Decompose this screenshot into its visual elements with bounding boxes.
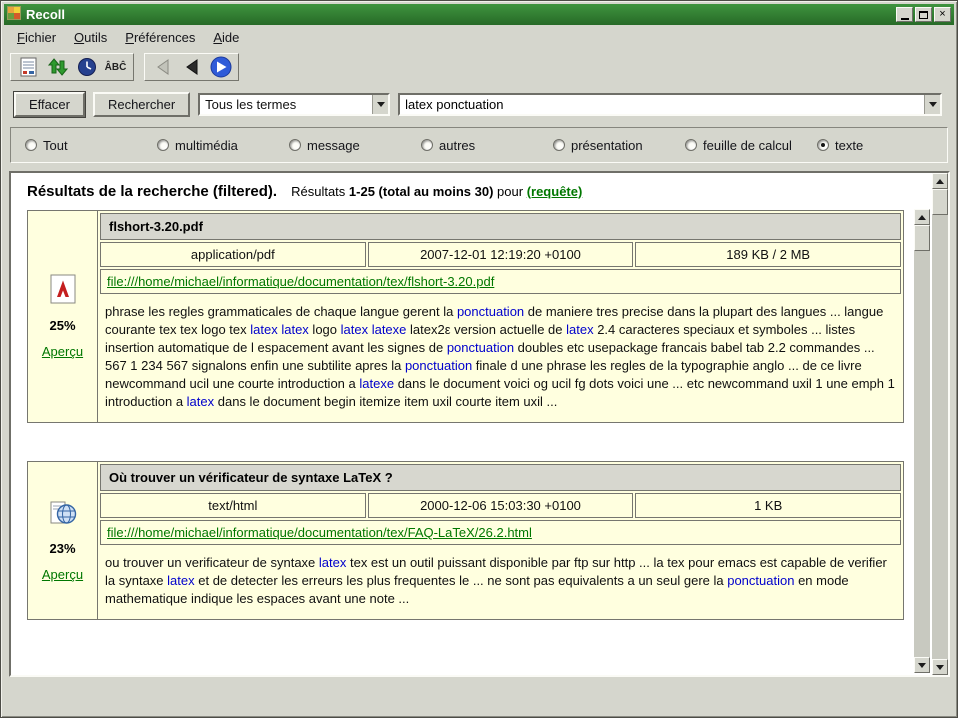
radio-icon — [421, 139, 433, 151]
result-meta-row: application/pdf 2007-12-01 12:19:20 +010… — [100, 242, 901, 267]
category-filter-row: Tout multimédia message autres présentat… — [10, 127, 948, 163]
scrollbar-thumb[interactable] — [914, 225, 930, 251]
menubar: Fichier Outils Préférences Aide — [4, 26, 954, 49]
radio-label: multimédia — [175, 138, 238, 153]
maximize-button-icon[interactable] — [915, 7, 932, 22]
results-title: Résultats de la recherche (filtered). — [27, 183, 277, 200]
page-first-icon[interactable] — [150, 55, 175, 79]
radio-texte[interactable]: texte — [817, 138, 863, 153]
result-title: Où trouver un vérificateur de syntaxe La… — [100, 464, 901, 491]
radio-icon — [157, 139, 169, 151]
minimize-button-icon[interactable] — [896, 7, 913, 22]
radio-label: feuille de calcul — [703, 138, 792, 153]
clear-button[interactable]: Effacer — [14, 92, 85, 117]
page-previous-icon[interactable] — [179, 55, 204, 79]
result-mime: application/pdf — [100, 242, 366, 267]
radio-presentation[interactable]: présentation — [553, 138, 685, 153]
result-mime: text/html — [100, 493, 366, 518]
scroll-up-icon[interactable] — [914, 209, 930, 225]
close-button-icon[interactable]: × — [934, 7, 951, 22]
search-mode-select[interactable]: Tous les termes — [198, 93, 390, 116]
result-date: 2000-12-06 15:03:30 +0100 — [368, 493, 634, 518]
radio-icon — [817, 139, 829, 151]
search-mode-dropdown-icon[interactable] — [372, 95, 388, 114]
preview-link[interactable]: Aperçu — [42, 567, 83, 582]
search-query-dropdown-icon[interactable] — [924, 95, 940, 114]
scroll-down-icon[interactable] — [932, 659, 948, 675]
search-row: Effacer Rechercher Tous les termes — [4, 91, 954, 117]
search-query-combo — [398, 93, 942, 116]
scrollbar-thumb[interactable] — [932, 189, 948, 215]
radio-tout[interactable]: Tout — [25, 138, 157, 153]
result-url-link[interactable]: file:///home/michael/informatique/docume… — [107, 274, 494, 289]
result-main: Où trouver un vérificateur de syntaxe La… — [98, 462, 903, 619]
history-clock-icon[interactable] — [74, 55, 99, 79]
result-item: 25% Aperçu flshort-3.20.pdf application/… — [27, 210, 904, 423]
radio-multimedia[interactable]: multimédia — [157, 138, 289, 153]
scrollbar-track[interactable] — [914, 251, 930, 657]
results-frame: Résultats de la recherche (filtered).Rés… — [9, 171, 950, 677]
result-list: Résultats de la recherche (filtered).Rés… — [11, 173, 932, 675]
preview-link[interactable]: Aperçu — [42, 344, 83, 359]
result-item: 23% Aperçu Où trouver un vérificateur de… — [27, 461, 904, 620]
menu-outils[interactable]: Outils — [65, 27, 116, 48]
page-next-icon[interactable] — [208, 55, 233, 79]
result-side-panel: 23% Aperçu — [28, 462, 98, 619]
result-meta-row: text/html 2000-12-06 15:03:30 +0100 1 KB — [100, 493, 901, 518]
titlebar: Recoll × — [4, 4, 954, 25]
document-table-icon[interactable] — [16, 55, 41, 79]
menu-preferences[interactable]: Préférences — [116, 27, 204, 48]
result-size: 189 KB / 2 MB — [635, 242, 901, 267]
result-date: 2007-12-01 12:19:20 +0100 — [368, 242, 634, 267]
radio-autres[interactable]: autres — [421, 138, 553, 153]
window-controls: × — [896, 7, 951, 22]
result-title: flshort-3.20.pdf — [100, 213, 901, 240]
radio-icon — [289, 139, 301, 151]
results-range: 1-25 (total au moins 30) — [349, 184, 493, 199]
result-snippet: phrase les regles grammaticales de chaqu… — [100, 296, 901, 420]
relevance-percent: 23% — [49, 541, 75, 556]
result-size: 1 KB — [635, 493, 901, 518]
radio-icon — [553, 139, 565, 151]
radio-icon — [25, 139, 37, 151]
radio-message[interactable]: message — [289, 138, 421, 153]
outer-scrollbar — [932, 173, 948, 675]
result-snippet: ou trouver un verificateur de syntaxe la… — [100, 547, 901, 617]
result-url-row: file:///home/michael/informatique/docume… — [100, 269, 901, 294]
search-input[interactable] — [400, 95, 924, 114]
recoll-window: Recoll × Fichier Outils Préférences Aide… — [0, 0, 958, 718]
search-button[interactable]: Rechercher — [93, 92, 190, 117]
result-url-row: file:///home/michael/informatique/docume… — [100, 520, 901, 545]
result-url-link[interactable]: file:///home/michael/informatique/docume… — [107, 525, 532, 540]
html-globe-icon — [49, 499, 77, 530]
toolbar-group-actions: ÂBĈ — [10, 53, 134, 81]
results-header: Résultats de la recherche (filtered).Rés… — [19, 179, 904, 200]
toolbar: ÂBĈ — [4, 51, 954, 83]
toolbar-group-navigation — [144, 53, 239, 81]
scrollbar-track[interactable] — [932, 215, 948, 659]
relevance-percent: 25% — [49, 318, 75, 333]
result-main: flshort-3.20.pdf application/pdf 2007-12… — [98, 211, 903, 422]
radio-label: Tout — [43, 138, 68, 153]
inner-scrollbar — [914, 209, 930, 673]
search-mode-value: Tous les termes — [200, 97, 372, 112]
radio-feuille-de-calcul[interactable]: feuille de calcul — [685, 138, 817, 153]
radio-icon — [685, 139, 697, 151]
term-explorer-icon[interactable]: ÂBĈ — [103, 55, 128, 79]
menu-fichier[interactable]: Fichier — [8, 27, 65, 48]
scroll-down-icon[interactable] — [914, 657, 930, 673]
radio-label: présentation — [571, 138, 643, 153]
pdf-file-icon — [50, 274, 76, 307]
query-link[interactable]: (requête) — [527, 184, 583, 199]
radio-label: autres — [439, 138, 475, 153]
window-title: Recoll — [26, 7, 65, 22]
menu-aide[interactable]: Aide — [204, 27, 248, 48]
update-index-icon[interactable] — [45, 55, 70, 79]
scroll-up-icon[interactable] — [932, 173, 948, 189]
radio-label: message — [307, 138, 360, 153]
radio-label: texte — [835, 138, 863, 153]
result-side-panel: 25% Aperçu — [28, 211, 98, 422]
app-icon — [7, 6, 21, 23]
